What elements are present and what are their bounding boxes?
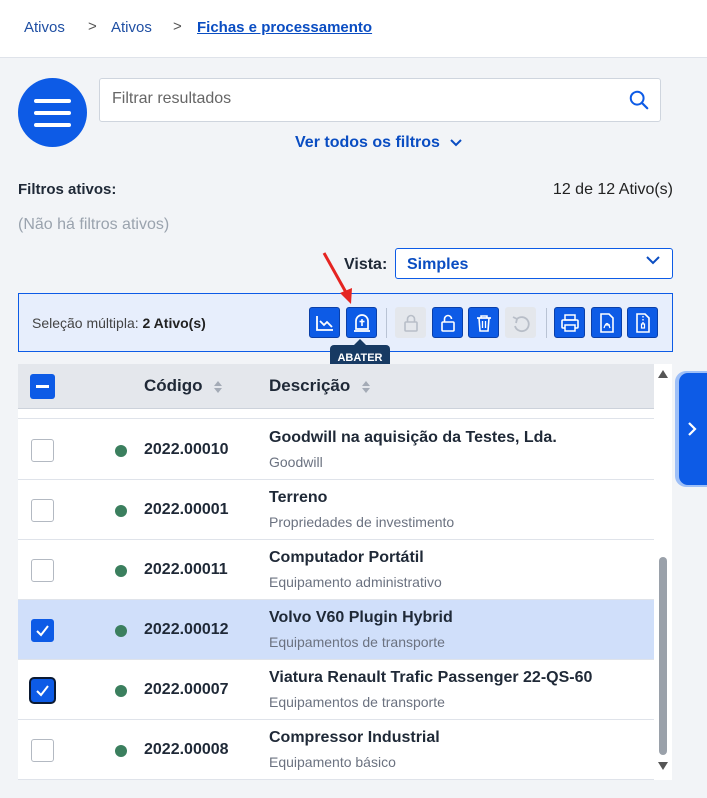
asset-category: Propriedades de investimento	[269, 514, 455, 530]
expand-side-panel-button[interactable]	[679, 373, 707, 485]
asset-description: Viatura Renault Trafic Passenger 22-QS-6…	[269, 669, 593, 686]
checkmark-icon	[36, 685, 49, 697]
view-selected-value: Simples	[407, 256, 469, 273]
lock-icon	[404, 314, 418, 332]
trash-icon	[477, 315, 491, 332]
asset-code: 2022.00008	[144, 741, 229, 758]
export-zip-button[interactable]	[627, 307, 658, 338]
see-all-filters-link[interactable]: Ver todos os filtros	[295, 134, 463, 152]
zip-icon	[636, 313, 650, 333]
depreciation-button[interactable]	[309, 307, 340, 338]
active-filters-label: Filtros ativos:	[18, 181, 117, 198]
chevron-down-icon	[646, 256, 660, 265]
row-checkbox[interactable]	[31, 439, 54, 462]
undo-icon	[512, 316, 530, 333]
checkmark-icon	[36, 625, 49, 637]
asset-description: Compressor Industrial	[269, 729, 440, 746]
hamburger-icon	[34, 99, 71, 103]
status-dot-icon	[115, 745, 127, 757]
table-row[interactable]: 2022.00011 Computador Portátil Equipamen…	[18, 540, 654, 600]
row-checkbox-checked[interactable]	[31, 619, 54, 642]
search-input[interactable]	[112, 90, 612, 108]
breadcrumb-item-current[interactable]: Fichas e processamento	[197, 19, 372, 36]
select-all-checkbox[interactable]	[30, 374, 55, 399]
lock-button[interactable]	[395, 307, 426, 338]
asset-category: Equipamento administrativo	[269, 574, 442, 590]
print-button[interactable]	[554, 307, 585, 338]
table-row-selected[interactable]: 2022.00007 Viatura Renault Trafic Passen…	[18, 660, 654, 720]
unlock-button[interactable]	[432, 307, 463, 338]
view-select[interactable]: Simples	[395, 248, 673, 279]
asset-code: 2022.00001	[144, 501, 229, 518]
print-icon	[561, 314, 579, 332]
column-header-description[interactable]: Descrição	[269, 376, 371, 396]
asset-code: 2022.00010	[144, 441, 229, 458]
asset-description: Terreno	[269, 489, 328, 506]
status-dot-icon	[115, 685, 127, 697]
write-off-button[interactable]	[346, 307, 377, 338]
asset-category: Equipamento básico	[269, 754, 396, 770]
asset-code: 2022.00012	[144, 621, 229, 638]
status-dot-icon	[115, 565, 127, 577]
export-pdf-button[interactable]	[591, 307, 622, 338]
search-box	[99, 78, 661, 122]
table-row[interactable]: 2022.00008 Compressor Industrial Equipam…	[18, 720, 654, 780]
see-all-filters-label: Ver todos os filtros	[295, 134, 440, 151]
scrollbar-thumb[interactable]	[659, 557, 667, 755]
assets-table: Código Descrição 2022.00010 Goodwill na …	[18, 364, 654, 780]
table-row[interactable]: 2022.00001 Terreno Propriedades de inves…	[18, 480, 654, 540]
undo-button[interactable]	[505, 307, 536, 338]
column-description-label: Descrição	[269, 376, 351, 395]
table-row-selected[interactable]: 2022.00012 Volvo V60 Plugin Hybrid Equip…	[18, 600, 654, 660]
row-checkbox-checked[interactable]	[31, 679, 54, 702]
top-bar: Ativos > Ativos > Fichas e processamento	[0, 0, 707, 58]
column-code-label: Código	[144, 376, 203, 395]
chart-down-icon	[316, 316, 333, 331]
status-dot-icon	[115, 625, 127, 637]
unlock-icon	[441, 314, 455, 332]
tombstone-icon	[354, 314, 370, 332]
breadcrumb-item-ativos-2[interactable]: Ativos	[111, 19, 152, 36]
menu-button[interactable]	[18, 78, 87, 147]
no-active-filters-text: (Não há filtros ativos)	[18, 216, 170, 233]
table-header: Código Descrição	[18, 364, 654, 409]
table-row[interactable]: 2022.00010 Goodwill na aquisição da Test…	[18, 420, 654, 480]
chevron-down-icon	[450, 139, 463, 147]
annotation-arrow-icon	[322, 252, 352, 304]
table-scrollbar[interactable]	[654, 364, 672, 780]
toolbar-divider	[386, 308, 387, 338]
row-checkbox[interactable]	[31, 739, 54, 762]
asset-category: Goodwill	[269, 454, 323, 470]
row-checkbox[interactable]	[31, 499, 54, 522]
status-dot-icon	[115, 445, 127, 457]
toolbar-divider	[546, 308, 547, 338]
asset-category: Equipamentos de transporte	[269, 634, 445, 650]
scroll-up-arrow-icon[interactable]	[658, 370, 668, 378]
asset-category: Equipamentos de transporte	[269, 694, 445, 710]
breadcrumb-separator-icon: >	[88, 18, 97, 35]
status-dot-icon	[115, 505, 127, 517]
pdf-icon	[600, 313, 614, 333]
delete-button[interactable]	[468, 307, 499, 338]
selection-count: 2 Ativo(s)	[142, 315, 206, 331]
asset-code: 2022.00011	[144, 561, 228, 578]
breadcrumb-separator-icon: >	[173, 18, 182, 35]
sort-icon	[362, 380, 371, 393]
breadcrumb-item-ativos[interactable]: Ativos	[24, 19, 65, 36]
asset-description: Computador Portátil	[269, 549, 424, 566]
row-checkbox[interactable]	[31, 559, 54, 582]
search-icon[interactable]	[628, 89, 650, 111]
table-row-partial	[18, 409, 654, 419]
results-count: 12 de 12 Ativo(s)	[552, 181, 673, 198]
column-header-code[interactable]: Código	[144, 376, 223, 396]
asset-code: 2022.00007	[144, 681, 229, 698]
asset-description: Volvo V60 Plugin Hybrid	[269, 609, 453, 626]
selection-summary: Seleção múltipla: 2 Ativo(s)	[32, 315, 206, 331]
selection-prefix: Seleção múltipla:	[32, 315, 139, 331]
sort-icon	[214, 380, 223, 393]
chevron-right-icon	[688, 422, 697, 436]
asset-description: Goodwill na aquisição da Testes, Lda.	[269, 429, 557, 446]
scroll-down-arrow-icon[interactable]	[658, 762, 668, 770]
